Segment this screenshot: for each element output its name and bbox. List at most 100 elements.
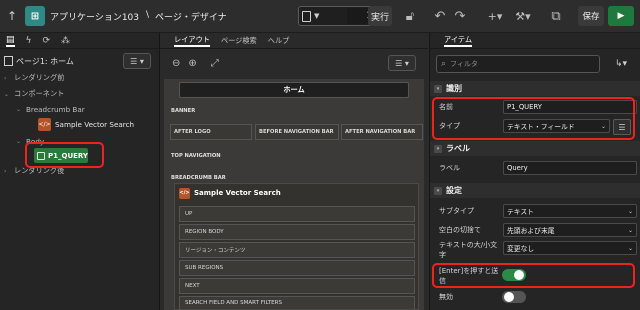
create-menu-icon[interactable]: +▾ [484,8,506,24]
run-button[interactable]: 実行 [368,6,392,26]
tab-help[interactable]: ヘルプ [268,36,290,46]
app-logo-icon[interactable]: ⊞ [25,6,45,26]
layout-menu-button[interactable]: ☰ ▾ [388,55,416,71]
tree-node-sample-vector-search[interactable]: </> Sample Vector Search [38,118,134,131]
region-icon: </> [38,118,51,131]
section-title: 識別 [446,84,462,93]
top-toolbar: ↑ ⊞ アプリケーション103 \ ページ・デザイナ ▼ 1 ▲▼ 実行 🔓︎ … [0,0,640,33]
disabled-toggle[interactable] [502,291,526,303]
chevron-down-icon: ⌄ [627,207,633,215]
tab-page-search[interactable]: ページ検索 [221,36,257,46]
section-settings[interactable]: ▾ 設定 [430,183,640,198]
region-title: Sample Vector Search [194,189,281,197]
tree-node-label: Breadcrumb Bar [26,105,85,114]
tree-header: ページ1: ホーム ☰ ▾ [0,49,159,73]
app-name[interactable]: アプリケーション103 [50,10,139,23]
case-label: テキストの大/小文 [439,241,498,249]
tab-shared-icon[interactable]: ⁂ [61,36,70,46]
chevron-down-icon[interactable]: ⌄ [16,106,22,113]
section-title: ラベル [446,144,470,153]
undo-icon[interactable]: ↶ [432,8,448,24]
tab-rendering-icon[interactable]: ▤ [6,35,15,47]
chevron-right-icon[interactable]: › [4,168,10,175]
shared-components-icon[interactable]: ⧉ [548,8,564,24]
trim-value: 先頭および末尾 [507,227,555,235]
middle-tabs: レイアウト ページ検索 ヘルプ [160,33,428,49]
collapse-icon[interactable]: ▾ [434,84,442,93]
lock-icon[interactable]: 🔓︎ [402,8,418,24]
region-slot[interactable]: SUB REGIONS [179,260,415,276]
tree-root-label[interactable]: ページ1: ホーム [16,56,74,67]
region-slot[interactable]: NEXT [179,278,415,294]
run-page-button[interactable]: ▶ [608,6,634,26]
tree-node-before-render[interactable]: › レンダリング前 [4,73,64,83]
page-icon [4,56,13,66]
chevron-down-icon: ⌄ [627,226,633,234]
case-value: 変更なし [507,245,535,253]
region-slot[interactable]: リージョン・コンテンツ [179,242,415,258]
collapse-icon[interactable]: ▾ [434,144,442,153]
trim-label: 空白の切捨て [439,226,481,234]
slot-top-navigation[interactable]: TOP NAVIGATION [171,153,221,159]
utilities-menu-icon[interactable]: ⚒▾ [512,8,534,24]
chevron-down-icon: ⌄ [627,244,633,252]
tab-dynamic-actions-icon[interactable]: ϟ [26,36,32,46]
label-label: ラベル [439,164,460,172]
trim-select[interactable]: 先頭および末尾 ⌄ [503,223,637,237]
region-slot[interactable]: REGION BODY [179,224,415,240]
chevron-down-icon[interactable]: ⌄ [16,138,22,145]
go-to-group-button[interactable]: ↳▾ [608,55,634,73]
chevron-down-icon[interactable]: ▼ [314,12,319,20]
chevron-right-icon[interactable]: › [4,75,10,82]
rendering-tree-panel: ▤ ϟ ⟳ ⁂ ページ1: ホーム ☰ ▾ › レンダリング前 ⌄ コンポーネン… [0,33,160,310]
collapse-icon[interactable]: ▾ [434,186,442,195]
redo-icon[interactable]: ↷ [452,8,468,24]
page-designer-label: ページ・デザイナ [155,13,227,23]
tree-node-breadcrumb-bar[interactable]: ⌄ Breadcrumb Bar [16,105,85,114]
page-home-bar[interactable]: ホーム [179,82,409,98]
tab-item[interactable]: アイテム [444,35,473,47]
highlight-frame [432,97,635,140]
tree-menu-button[interactable]: ☰ ▾ [123,53,151,69]
slot-before-nav[interactable]: BEFORE NAVIGATION BAR [255,124,339,140]
label-field[interactable]: Query [503,161,637,175]
region-sample-vector-search[interactable]: </> Sample Vector Search UP REGION BODY … [174,183,419,310]
tree-node-label: コンポーネント [14,89,65,98]
region-slot[interactable]: UP [179,206,415,222]
case-select[interactable]: 変更なし ⌄ [503,241,637,255]
subtype-value: テキスト [507,208,534,216]
slot-breadcrumb-bar[interactable]: BREADCRUMB BAR [171,175,226,181]
page-designer: ↑ ⊞ アプリケーション103 \ ページ・デザイナ ▼ 1 ▲▼ 実行 🔓︎ … [0,0,640,310]
slot-after-nav[interactable]: AFTER NAVIGATION BAR [341,124,423,140]
disabled-label: 無効 [439,293,453,301]
chevron-down-icon[interactable]: ⌄ [4,91,10,98]
tab-layout[interactable]: レイアウト [174,35,210,47]
filter-input[interactable]: ⌕ フィルタ [436,55,600,73]
highlight-frame [432,263,635,288]
section-identification[interactable]: ▾ 識別 [430,81,640,96]
slot-after-logo[interactable]: AFTER LOGO [170,124,252,140]
breadcrumb-separator: \ [146,10,150,20]
slot-banner[interactable]: BANNER [171,108,195,114]
zoom-out-icon[interactable]: ⊖ [172,58,180,69]
save-button[interactable]: 保存 [578,6,604,26]
tree-node-components[interactable]: ⌄ コンポーネント [4,89,64,99]
section-label[interactable]: ▾ ラベル [430,141,640,156]
layout-panel: レイアウト ページ検索 ヘルプ ⊖ ⊕ ⤢ ☰ ▾ ホーム BANNER AFT… [160,33,428,310]
left-panel-tabs: ▤ ϟ ⟳ ⁂ [0,33,159,49]
up-arrow-icon[interactable]: ↑ [4,8,20,24]
highlight-frame [25,142,104,168]
region-icon: </> [179,187,190,199]
section-title: 設定 [446,186,462,195]
case-label-cont: 字 [439,251,446,259]
filter-placeholder: フィルタ [450,60,478,68]
region-header: </> Sample Vector Search [175,184,418,202]
layout-canvas: ホーム BANNER AFTER LOGO BEFORE NAVIGATION … [164,79,424,310]
subtype-select[interactable]: テキスト ⌄ [503,204,637,218]
tab-processing-icon[interactable]: ⟳ [42,36,50,46]
tree-node-label: Sample Vector Search [55,120,135,129]
tree-node-label: レンダリング前 [14,73,65,82]
expand-icon[interactable]: ⤢ [211,58,219,69]
zoom-in-icon[interactable]: ⊕ [188,58,196,69]
region-slot[interactable]: SEARCH FIELD AND SMART FILTERS [179,296,415,309]
